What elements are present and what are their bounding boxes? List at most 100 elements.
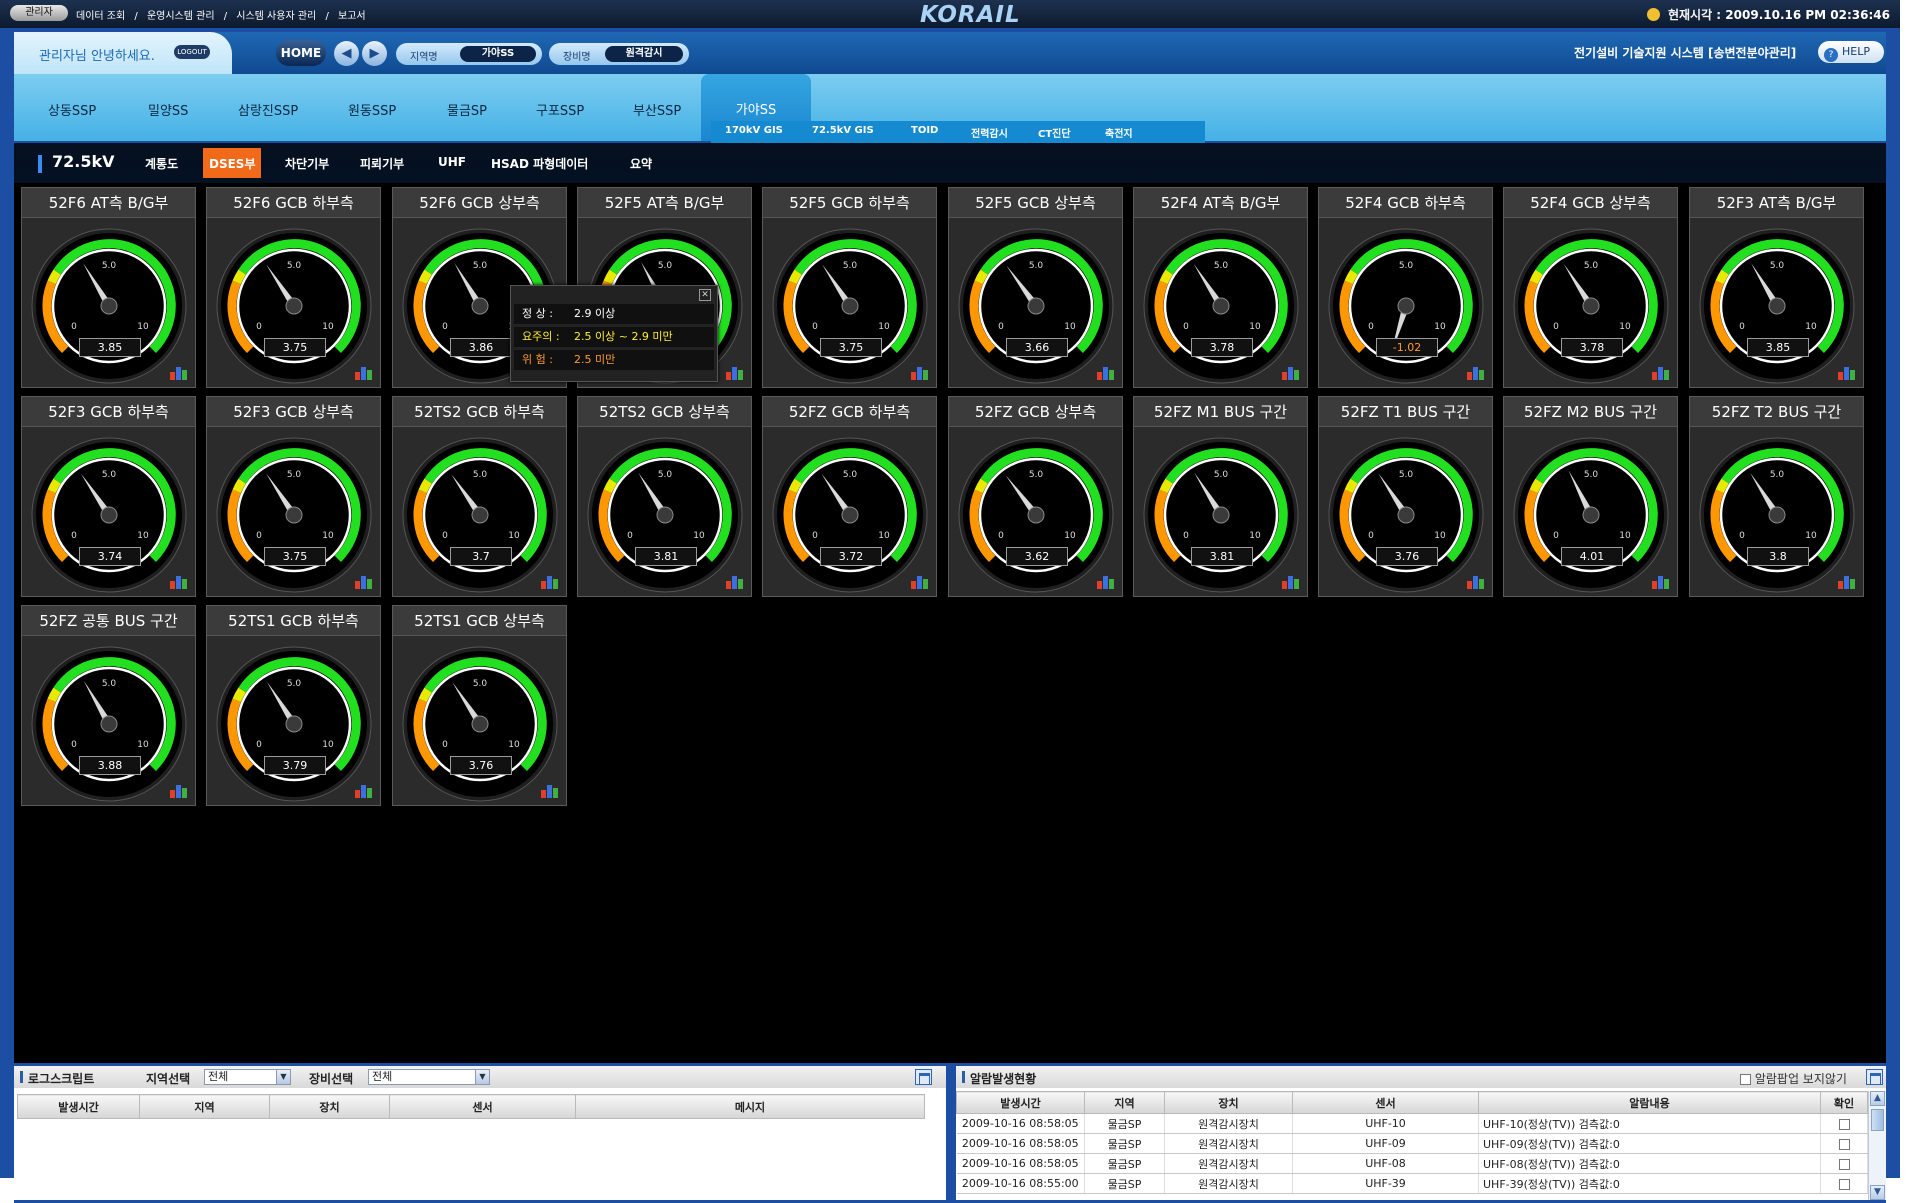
help-button[interactable]: ? HELP xyxy=(1818,41,1884,63)
next-icon[interactable]: ▶ xyxy=(362,41,387,66)
maximize-icon[interactable] xyxy=(915,1069,932,1085)
chart-icon[interactable] xyxy=(1097,366,1115,380)
chart-icon[interactable] xyxy=(170,366,188,380)
chevron-down-icon[interactable]: ▼ xyxy=(276,1070,290,1084)
menu-reports[interactable]: 보고서 xyxy=(338,11,366,22)
tab-sangdong[interactable]: 상동SSP xyxy=(48,100,96,119)
gauge-card[interactable]: 52F6 GCB 하부측 5.0 0 10 3.75 xyxy=(206,187,381,388)
gauge-card[interactable]: 52F4 AT측 B/G부 5.0 0 10 3.78 xyxy=(1133,187,1308,388)
chart-icon[interactable] xyxy=(1652,575,1670,589)
chart-icon[interactable] xyxy=(1097,575,1115,589)
chart-icon[interactable] xyxy=(1652,366,1670,380)
menu-user-admin[interactable]: 시스템 사용자 관리 xyxy=(236,11,316,22)
gauge-card[interactable]: 52F3 GCB 상부측 5.0 0 10 3.75 xyxy=(206,396,381,597)
subtab-battery[interactable]: 축전지 xyxy=(1105,125,1133,140)
prev-icon[interactable]: ◀ xyxy=(334,41,359,66)
chart-icon[interactable] xyxy=(1838,575,1856,589)
chart-icon[interactable] xyxy=(911,575,929,589)
gauge-card[interactable]: 52F3 GCB 하부측 5.0 0 10 3.74 xyxy=(21,396,196,597)
gauge-card[interactable]: 52TS2 GCB 상부측 5.0 0 10 3.81 xyxy=(577,396,752,597)
nav-diagram[interactable]: 계통도 xyxy=(145,155,178,172)
chart-icon[interactable] xyxy=(911,366,929,380)
subtab-ct-diag[interactable]: CT진단 xyxy=(1038,125,1071,140)
table-row[interactable]: 2009-10-16 08:55:00 물금SP 원격감시장치 UHF-39 U… xyxy=(956,1173,1868,1194)
tab-samnangjin[interactable]: 삼랑진SSP xyxy=(238,100,298,119)
tab-wondong[interactable]: 원동SSP xyxy=(348,100,396,119)
chart-icon[interactable] xyxy=(726,575,744,589)
subtab-toid[interactable]: TOID xyxy=(911,125,938,136)
gauge-card[interactable]: 52FZ T1 BUS 구간 5.0 0 10 3.76 xyxy=(1318,396,1493,597)
table-row[interactable]: 2009-10-16 08:58:05 물금SP 원격감시장치 UHF-09 U… xyxy=(956,1133,1868,1154)
gauge-card[interactable]: 52TS2 GCB 하부측 5.0 0 10 3.7 xyxy=(392,396,567,597)
subtab-170kv-gis[interactable]: 170kV GIS xyxy=(725,125,783,136)
gauge-card[interactable]: 52F6 AT측 B/G부 5.0 0 10 3.85 xyxy=(21,187,196,388)
equipment-selector[interactable]: 장비명 원격감시 xyxy=(549,43,689,65)
region-dropdown[interactable]: 전체 ▼ xyxy=(204,1069,291,1085)
chart-icon[interactable] xyxy=(541,784,559,798)
gauge-card[interactable]: 52FZ M1 BUS 구간 5.0 0 10 3.81 xyxy=(1133,396,1308,597)
logout-button[interactable]: LOGOUT xyxy=(174,45,210,59)
gauge-card[interactable]: 52FZ T2 BUS 구간 5.0 0 10 3.8 xyxy=(1689,396,1864,597)
chart-icon[interactable] xyxy=(541,575,559,589)
subtab-72kv-gis[interactable]: 72.5kV GIS xyxy=(812,125,874,136)
admin-badge[interactable]: 관리자 xyxy=(10,5,68,21)
alarm-scrollbar[interactable]: ▲ ▼ xyxy=(1868,1091,1886,1200)
chart-icon[interactable] xyxy=(355,366,373,380)
menu-data-query[interactable]: 데이터 조회 xyxy=(76,11,125,22)
gauge-card[interactable]: 52F4 GCB 상부측 5.0 0 10 3.78 xyxy=(1503,187,1678,388)
gauge-card[interactable]: 52FZ GCB 상부측 5.0 0 10 3.62 xyxy=(948,396,1123,597)
chart-icon[interactable] xyxy=(1282,575,1300,589)
confirm-checkbox[interactable] xyxy=(1838,1118,1850,1130)
equipment-value[interactable]: 원격감시 xyxy=(605,46,683,62)
gauge-card[interactable]: 52F5 GCB 상부측 5.0 0 10 3.66 xyxy=(948,187,1123,388)
tab-gupo[interactable]: 구포SSP xyxy=(536,100,584,119)
chart-icon[interactable] xyxy=(726,366,744,380)
nav-hsad[interactable]: HSAD 파형데이터 xyxy=(491,155,588,172)
subtab-power-monitor[interactable]: 전력감시 xyxy=(971,125,1008,140)
tab-busan[interactable]: 부산SSP xyxy=(633,100,681,119)
gauge-card[interactable]: 52FZ M2 BUS 구간 5.0 0 10 4.01 xyxy=(1503,396,1678,597)
table-row[interactable]: 2009-10-16 08:58:05 물금SP 원격감시장치 UHF-08 U… xyxy=(956,1153,1868,1174)
table-row[interactable]: 2009-10-16 08:58:05 물금SP 원격감시장치 UHF-10 U… xyxy=(956,1113,1868,1134)
region-value[interactable]: 가야SS xyxy=(460,46,536,62)
confirm-checkbox[interactable] xyxy=(1838,1158,1850,1170)
gauge-card[interactable]: 52F4 GCB 하부측 5.0 0 10 -1.02 xyxy=(1318,187,1493,388)
nav-uhf[interactable]: UHF xyxy=(438,155,466,169)
gauge-dial: 5.0 0 10 xyxy=(772,228,928,384)
confirm-checkbox[interactable] xyxy=(1838,1138,1850,1150)
gauge-dial: 5.0 0 10 xyxy=(216,437,372,593)
chart-icon[interactable] xyxy=(355,575,373,589)
tab-mulgeum[interactable]: 물금SP xyxy=(447,100,487,119)
chevron-down-icon[interactable]: ▼ xyxy=(475,1070,489,1084)
chart-icon[interactable] xyxy=(1838,366,1856,380)
nav-breaker[interactable]: 차단기부 xyxy=(285,155,329,172)
maximize-icon[interactable] xyxy=(1866,1069,1883,1085)
menu-system-ops[interactable]: 운영시스템 관리 xyxy=(147,11,215,22)
scroll-thumb[interactable] xyxy=(1871,1109,1884,1131)
chart-icon[interactable] xyxy=(170,575,188,589)
region-selector[interactable]: 지역명 가야SS xyxy=(396,43,542,65)
chart-icon[interactable] xyxy=(1467,575,1485,589)
chart-icon[interactable] xyxy=(1467,366,1485,380)
home-button[interactable]: HOME xyxy=(276,40,326,66)
nav-summary[interactable]: 요약 xyxy=(630,155,652,172)
scroll-up-icon[interactable]: ▲ xyxy=(1870,1091,1885,1106)
chart-icon[interactable] xyxy=(170,784,188,798)
close-icon[interactable]: ✕ xyxy=(699,289,711,301)
gauge-card[interactable]: 52FZ GCB 하부측 5.0 0 10 3.72 xyxy=(762,396,937,597)
confirm-checkbox[interactable] xyxy=(1838,1178,1850,1190)
tab-miryang[interactable]: 밀양SS xyxy=(148,100,188,119)
nav-arrester[interactable]: 피뢰기부 xyxy=(360,155,404,172)
no-popup-toggle[interactable]: 알람팝업 보지않기 xyxy=(1740,1070,1847,1087)
no-popup-checkbox[interactable] xyxy=(1740,1074,1751,1085)
chart-icon[interactable] xyxy=(1282,366,1300,380)
gauge-card[interactable]: 52TS1 GCB 상부측 5.0 0 10 3.76 xyxy=(392,605,567,806)
gauge-card[interactable]: 52F5 GCB 하부측 5.0 0 10 3.75 xyxy=(762,187,937,388)
gauge-card[interactable]: 52TS1 GCB 하부측 5.0 0 10 3.79 xyxy=(206,605,381,806)
nav-dses[interactable]: DSES부 xyxy=(203,148,262,178)
equipment-dropdown[interactable]: 전체 ▼ xyxy=(368,1069,490,1085)
gauge-card[interactable]: 52F3 AT측 B/G부 5.0 0 10 3.85 xyxy=(1689,187,1864,388)
scroll-down-icon[interactable]: ▼ xyxy=(1870,1185,1885,1200)
chart-icon[interactable] xyxy=(355,784,373,798)
gauge-card[interactable]: 52FZ 공통 BUS 구간 5.0 0 10 3.88 xyxy=(21,605,196,806)
